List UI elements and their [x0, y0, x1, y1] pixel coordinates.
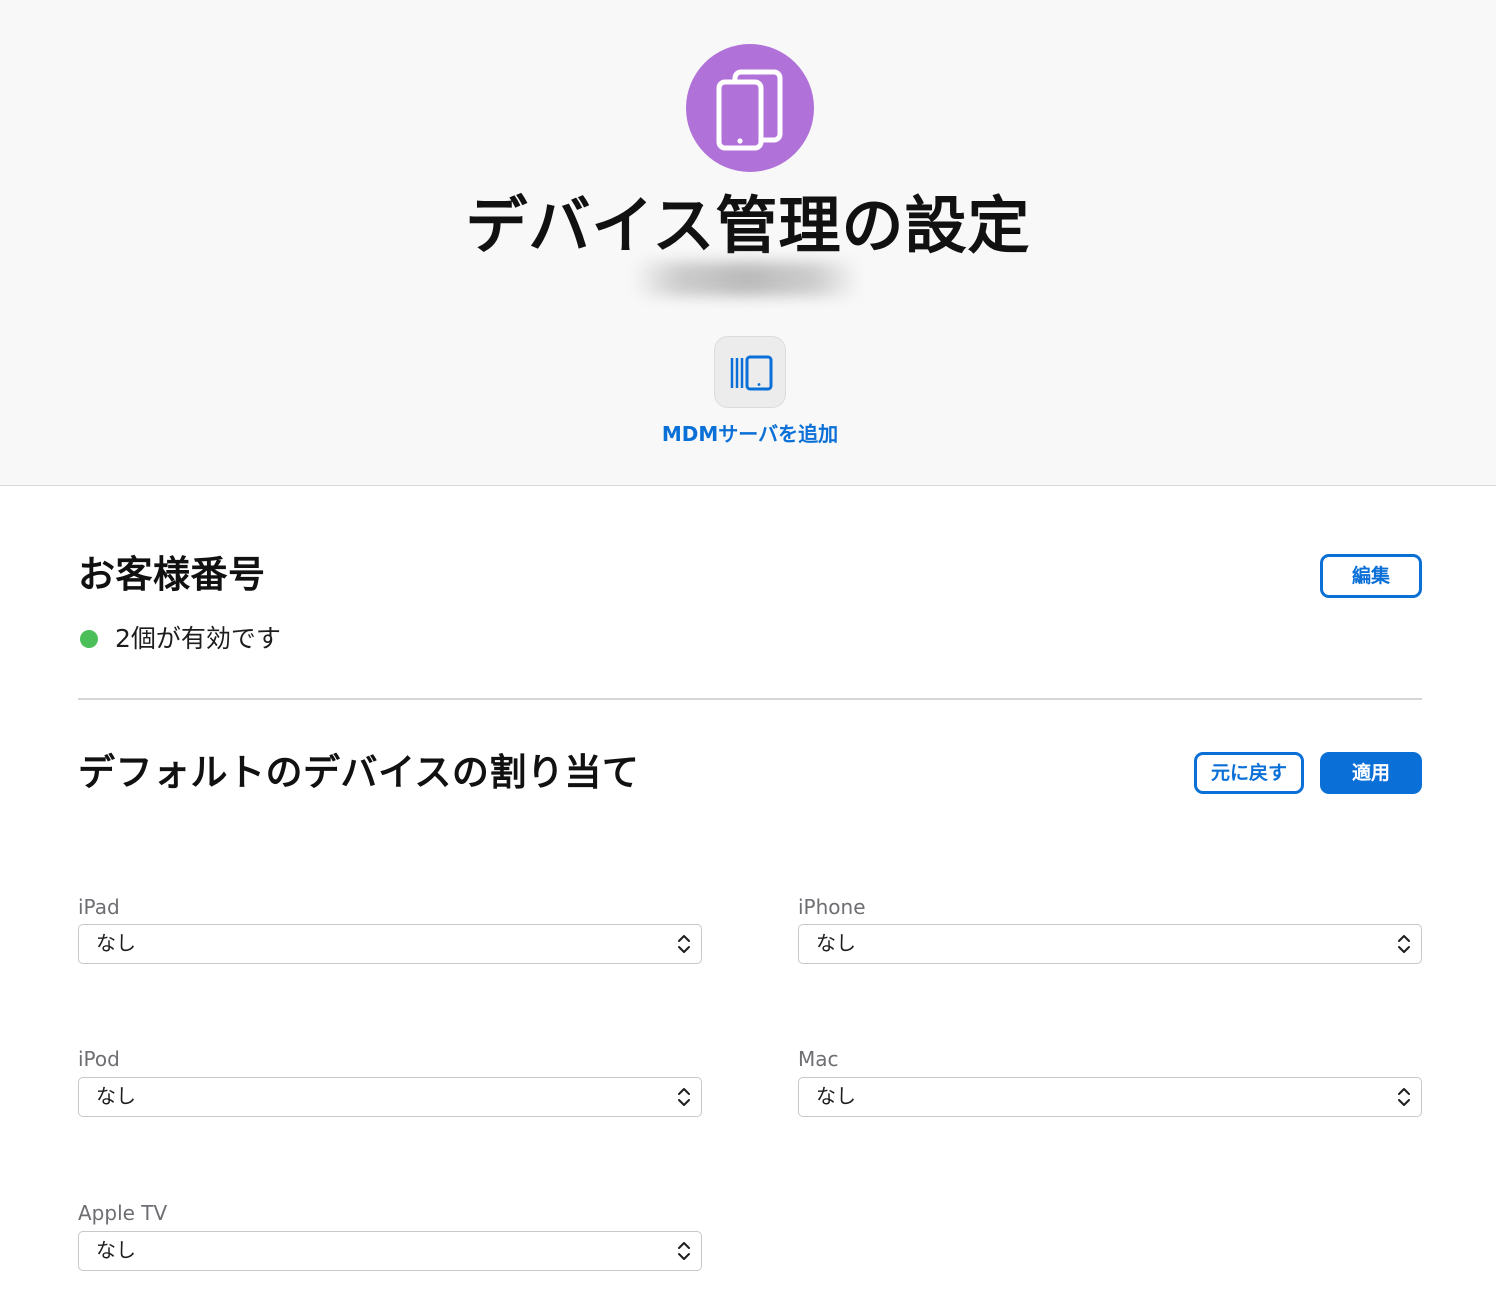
ipad-mdm-select[interactable]: なし	[78, 924, 702, 964]
iphone-label: iPhone	[798, 895, 866, 919]
redacted-organization-name	[632, 262, 860, 296]
chevron-up-down-icon	[1398, 935, 1410, 953]
ipad-label: iPad	[78, 895, 120, 919]
chevron-up-down-icon	[1398, 1088, 1410, 1106]
select-value: なし	[96, 1238, 136, 1262]
appletv-mdm-select[interactable]: なし	[78, 1231, 702, 1271]
revert-button[interactable]: 元に戻す	[1194, 752, 1304, 794]
mdm-server-devices-icon	[730, 355, 773, 391]
chevron-up-down-icon	[678, 1088, 690, 1106]
select-value: なし	[96, 931, 136, 955]
appletv-label: Apple TV	[78, 1201, 168, 1225]
add-mdm-server-button[interactable]	[714, 336, 786, 408]
customer-number-title: お客様番号	[78, 553, 266, 596]
ipod-mdm-select[interactable]: なし	[78, 1077, 702, 1117]
chevron-up-down-icon	[678, 935, 690, 953]
select-value: なし	[816, 1084, 856, 1108]
mac-mdm-select[interactable]: なし	[798, 1077, 1422, 1117]
default-assignment-title: デフォルトのデバイスの割り当て	[78, 751, 640, 794]
mac-label: Mac	[798, 1047, 839, 1071]
add-mdm-server-link[interactable]: MDMサーバを追加	[600, 420, 900, 448]
ipod-label: iPod	[78, 1047, 120, 1071]
select-value: なし	[96, 1084, 136, 1108]
status-indicator-dot	[80, 630, 98, 648]
ipad-devices-icon	[686, 44, 814, 172]
section-divider	[78, 698, 1422, 700]
active-count-status: 2個が有効です	[115, 624, 281, 653]
iphone-mdm-select[interactable]: なし	[798, 924, 1422, 964]
chevron-up-down-icon	[678, 1242, 690, 1260]
select-value: なし	[816, 931, 856, 955]
apply-button[interactable]: 適用	[1320, 752, 1422, 794]
edit-button[interactable]: 編集	[1320, 554, 1422, 598]
page-header: デバイス管理の設定 MDMサーバを追加	[0, 0, 1496, 486]
page-title: デバイス管理の設定	[465, 189, 1031, 262]
